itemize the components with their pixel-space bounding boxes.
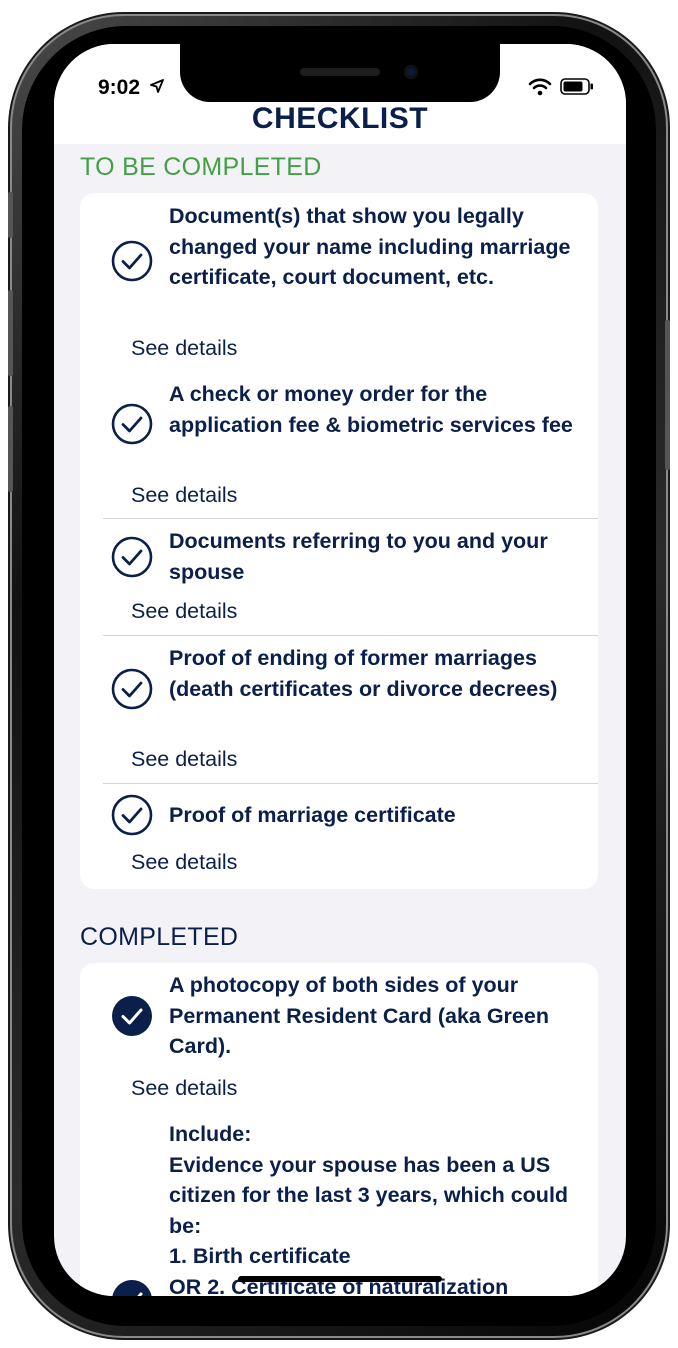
unchecked-circle-icon[interactable] xyxy=(111,536,153,578)
see-details-link[interactable]: See details xyxy=(131,599,237,624)
status-time: 9:02 xyxy=(98,76,141,99)
checklist-item[interactable]: A photocopy of both sides of your Perman… xyxy=(80,963,598,1113)
location-arrow-icon xyxy=(150,79,164,93)
unchecked-circle-icon[interactable] xyxy=(111,794,153,836)
checklist-item-text: Proof of ending of former marriages (dea… xyxy=(169,646,558,701)
see-details-link[interactable]: See details xyxy=(131,850,237,875)
checked-circle-icon[interactable] xyxy=(111,1279,153,1296)
checklist-item-text: A check or money order for the applicati… xyxy=(169,382,573,437)
front-camera-icon xyxy=(404,65,418,79)
checked-circle-icon[interactable] xyxy=(111,995,153,1037)
volume-down-button xyxy=(8,406,13,492)
device-notch xyxy=(180,44,500,102)
checklist-item[interactable]: Include: Evidence your spouse has been a… xyxy=(80,1113,598,1296)
checklist-item-text: A photocopy of both sides of your Perman… xyxy=(169,973,549,1058)
battery-icon xyxy=(560,78,593,95)
checklist-item-text: Document(s) that show you legally change… xyxy=(169,204,571,289)
checklist-item-text: Include: Evidence your spouse has been a… xyxy=(169,1122,569,1296)
see-details-link[interactable]: See details xyxy=(131,483,237,508)
checklist-item[interactable]: Proof of marriage certificate See detail… xyxy=(80,784,598,889)
wifi-icon xyxy=(528,78,552,96)
checklist-item-text: Documents referring to you and your spou… xyxy=(169,529,548,584)
mute-switch xyxy=(8,192,13,238)
unchecked-circle-icon[interactable] xyxy=(111,668,153,710)
page-title: CHECKLIST xyxy=(251,102,429,135)
unchecked-circle-icon[interactable] xyxy=(111,403,153,445)
checklist-item-text: Proof of marriage certificate xyxy=(169,803,456,827)
see-details-link[interactable]: See details xyxy=(131,1076,237,1101)
app-screen: 9:02 CHECKLIST TO BE COMPLETED Document(… xyxy=(54,44,626,1296)
volume-up-button xyxy=(8,290,13,376)
checklist-item[interactable]: A check or money order for the applicati… xyxy=(80,369,598,517)
unchecked-circle-icon[interactable] xyxy=(111,240,153,282)
to-be-completed-card: Document(s) that show you legally change… xyxy=(80,193,598,889)
home-indicator[interactable] xyxy=(238,1276,442,1282)
see-details-link[interactable]: See details xyxy=(131,336,237,361)
checklist-item[interactable]: Documents referring to you and your spou… xyxy=(80,519,598,636)
completed-card: A photocopy of both sides of your Perman… xyxy=(80,963,598,1296)
completed-header: COMPLETED xyxy=(80,923,239,951)
checklist-item[interactable]: Proof of ending of former marriages (dea… xyxy=(80,636,598,783)
power-button xyxy=(665,320,670,470)
see-details-link[interactable]: See details xyxy=(131,747,237,772)
to-be-completed-header: TO BE COMPLETED xyxy=(80,153,322,181)
checklist-item[interactable]: Document(s) that show you legally change… xyxy=(80,193,598,369)
speaker-grille xyxy=(300,68,380,76)
